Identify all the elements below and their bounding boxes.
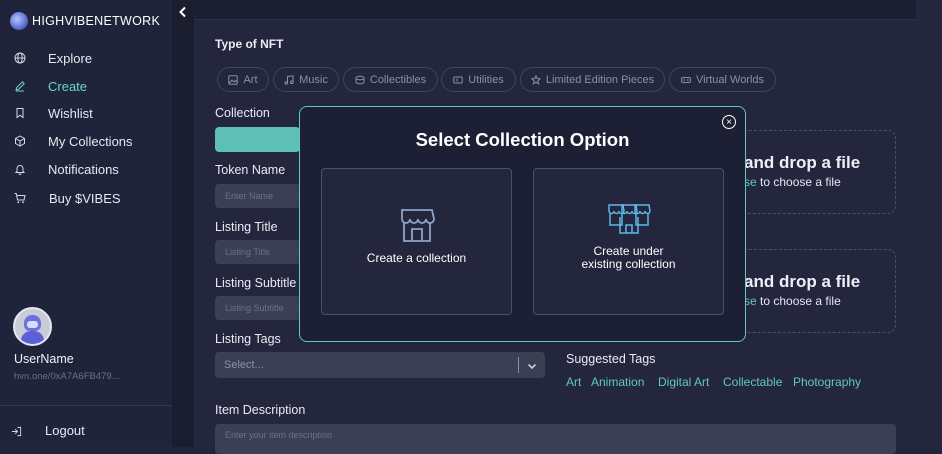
cart-icon: [13, 191, 27, 205]
divider: [0, 405, 172, 406]
collapse-sidebar-button[interactable]: [176, 6, 190, 20]
item-description-input[interactable]: Enter your item description: [215, 424, 896, 454]
listing-subtitle-input[interactable]: Listing Subtitle: [215, 296, 300, 320]
item-description-label: Item Description: [215, 403, 306, 417]
music-icon: [284, 74, 294, 85]
dropzone-subtitle: se to choose a file: [744, 175, 841, 189]
star-icon: [530, 74, 542, 85]
storefront-icon: [322, 207, 511, 243]
right-gutter: [916, 0, 942, 447]
nft-type-label: Art: [243, 73, 258, 86]
nft-type-art[interactable]: Art: [217, 67, 269, 92]
brand-logo[interactable]: HIGHVIBENETWORK: [10, 12, 160, 30]
existing-collection-option[interactable]: Create under existing collection: [533, 168, 724, 315]
ticket-icon: [453, 75, 463, 85]
coins-icon: [355, 75, 365, 85]
logout-label: Logout: [45, 423, 85, 438]
sidebar-item-label: Create: [48, 78, 88, 94]
nft-type-label: Virtual Worlds: [695, 73, 765, 86]
nft-type-utilities[interactable]: Utilities: [441, 67, 516, 92]
sidebar-item-label: Wishlist: [48, 105, 93, 121]
token-name-label: Token Name: [215, 163, 286, 177]
chevron-left-icon: [179, 6, 186, 18]
close-icon[interactable]: ×: [722, 115, 736, 129]
sidebar-item-wishlist[interactable]: Wishlist: [0, 101, 172, 125]
sidebar-item-notifications[interactable]: Notifications: [0, 157, 172, 181]
nft-type-label: Limited Edition Pieces: [545, 73, 655, 86]
sidebar: HIGHVIBENETWORK Explore Create Wishlist …: [0, 0, 172, 447]
dropzone-title: and drop a file: [744, 153, 861, 172]
top-bar: [194, 0, 916, 20]
pencil-icon: [13, 79, 27, 93]
stores-row-icon: [534, 203, 723, 235]
listing-tags-select[interactable]: Select...: [215, 352, 545, 378]
dropzone-title: and drop a file: [744, 272, 861, 291]
logout-button[interactable]: Logout: [0, 422, 172, 440]
sidebar-item-create[interactable]: Create: [0, 74, 172, 98]
suggested-tag[interactable]: Art: [566, 375, 581, 389]
listing-tags-label: Listing Tags: [215, 332, 281, 346]
sidebar-item-label: Notifications: [48, 161, 119, 177]
suggested-tags-label: Suggested Tags: [566, 352, 656, 366]
nft-type-label: Collectibles: [369, 73, 427, 86]
user-name: UserName: [14, 352, 74, 366]
sidebar-item-explore[interactable]: Explore: [0, 46, 172, 70]
select-collection-modal: Select Collection Option × Create a coll…: [299, 106, 746, 342]
wallet-address: hvn.one/0xA7A6FB479...: [14, 371, 120, 382]
option-label: Create a collection: [366, 251, 467, 265]
chevron-down-icon[interactable]: [526, 359, 538, 371]
listing-title-label: Listing Title: [215, 220, 278, 234]
nft-type-collectibles[interactable]: Collectibles: [343, 67, 438, 92]
suggested-tag[interactable]: Animation: [591, 375, 644, 389]
collection-select[interactable]: [215, 127, 300, 152]
sidebar-gutter: [172, 0, 194, 447]
nft-type-label: Utilities: [468, 73, 504, 86]
bell-icon: [13, 162, 27, 176]
sidebar-item-label: Explore: [48, 50, 93, 66]
sidebar-item-label: Buy $VIBES: [49, 190, 121, 206]
option-label-line2: existing collection: [581, 257, 676, 271]
nft-type-virtual-worlds[interactable]: Virtual Worlds: [669, 67, 776, 92]
nft-type-limited-edition[interactable]: Limited Edition Pieces: [520, 67, 665, 92]
dropzone-subtitle: se to choose a file: [744, 294, 841, 308]
vr-headset-icon: [681, 75, 691, 85]
sidebar-item-label: My Collections: [48, 133, 133, 149]
image-icon: [228, 74, 239, 85]
suggested-tag[interactable]: Digital Art: [658, 375, 709, 389]
brand-name: HIGHVIBENETWORK: [32, 14, 161, 28]
globe-icon: [13, 51, 27, 65]
avatar[interactable]: [13, 307, 52, 346]
suggested-tag[interactable]: Photography: [793, 375, 861, 389]
cube-icon: [13, 134, 27, 148]
modal-title: Select Collection Option: [415, 129, 630, 150]
logo-icon: [10, 12, 28, 30]
bookmark-icon: [13, 106, 27, 120]
listing-title-input[interactable]: Listing Title: [215, 240, 300, 264]
suggested-tag[interactable]: Collectable: [723, 375, 782, 389]
collection-label: Collection: [215, 106, 270, 120]
select-divider: [518, 357, 519, 373]
token-name-input[interactable]: Enter Name: [215, 184, 300, 208]
nft-type-music[interactable]: Music: [273, 67, 339, 92]
logout-icon: [11, 425, 22, 440]
create-collection-option[interactable]: Create a collection: [321, 168, 512, 315]
listing-subtitle-label: Listing Subtitle: [215, 276, 297, 290]
sidebar-item-my-collections[interactable]: My Collections: [0, 129, 172, 153]
nft-type-label: Music: [299, 73, 328, 86]
sidebar-item-buy-vibes[interactable]: Buy $VIBES: [0, 186, 172, 210]
type-of-nft-label: Type of NFT: [215, 37, 284, 51]
